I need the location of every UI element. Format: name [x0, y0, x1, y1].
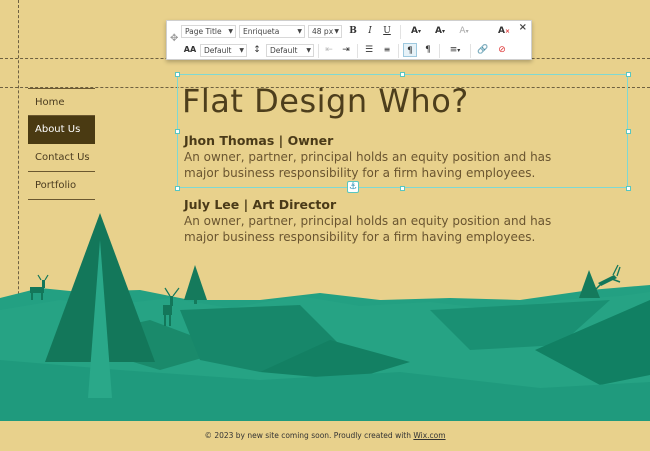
chevron-down-icon: ▼: [334, 28, 339, 35]
chevron-down-icon: ▼: [228, 28, 233, 35]
resize-handle-bc[interactable]: [400, 186, 405, 191]
size-select[interactable]: 48 px ▼: [308, 25, 342, 38]
toolbar-separator: [400, 25, 401, 39]
link-icon[interactable]: 🔗: [476, 43, 490, 57]
line-height-select[interactable]: Default ▼: [266, 44, 314, 57]
indent-decrease-icon[interactable]: ⇤: [322, 43, 336, 57]
align-icon[interactable]: ≡▾: [445, 43, 465, 57]
small-tree-1: [184, 265, 207, 300]
bold-button[interactable]: B: [346, 24, 360, 38]
nav-item-contact-us[interactable]: Contact Us: [28, 144, 95, 172]
site-nav: Home About Us Contact Us Portfolio: [28, 88, 95, 200]
chevron-down-icon: ▼: [306, 47, 311, 54]
clear-format-icon[interactable]: A×: [497, 24, 511, 38]
rtl-icon[interactable]: ¶: [421, 43, 435, 57]
move-grip-icon[interactable]: ✥: [170, 33, 180, 47]
small-tree-2: [579, 270, 600, 298]
chevron-down-icon: ▼: [239, 47, 244, 54]
bullet-list-icon[interactable]: ☰: [362, 43, 376, 57]
footer-wix-link[interactable]: Wix.com: [413, 431, 445, 440]
highlight-color-icon[interactable]: A▾: [430, 24, 450, 38]
resize-handle-tr[interactable]: [626, 72, 631, 77]
size-select-value: 48 px: [312, 27, 334, 36]
font-select-value: Enriqueta: [243, 27, 280, 36]
style-select-value: Page Title: [185, 27, 222, 36]
resize-handle-br[interactable]: [626, 186, 631, 191]
toolbar-separator: [439, 44, 440, 58]
person-desc-2[interactable]: An owner, partner, principal holds an eq…: [184, 213, 574, 245]
font-select[interactable]: Enriqueta ▼: [239, 25, 305, 38]
text-toolbar: ✥ × Page Title ▼ Enriqueta ▼ 48 px ▼ B I…: [166, 20, 532, 60]
footer-text: © 2023 by new site coming soon. Proudly …: [204, 431, 414, 440]
resize-handle-tl[interactable]: [175, 72, 180, 77]
toolbar-separator: [470, 44, 471, 58]
anchor-icon[interactable]: ⚓: [347, 181, 359, 193]
nav-item-portfolio[interactable]: Portfolio: [28, 172, 95, 200]
nav-item-home[interactable]: Home: [28, 88, 95, 116]
style-select[interactable]: Page Title ▼: [181, 25, 236, 38]
resize-handle-ml[interactable]: [175, 129, 180, 134]
nav-item-about-us[interactable]: About Us: [28, 116, 95, 144]
indent-increase-icon[interactable]: ⇥: [339, 43, 353, 57]
letter-spacing-value: Default: [204, 46, 232, 55]
letter-spacing-select[interactable]: Default ▼: [200, 44, 247, 57]
text-effect-icon[interactable]: A▾: [454, 24, 474, 38]
line-height-value: Default: [270, 46, 298, 55]
selection-box: [177, 74, 628, 188]
resize-handle-tc[interactable]: [400, 72, 405, 77]
close-icon[interactable]: ×: [519, 22, 527, 33]
toolbar-separator: [398, 44, 399, 58]
text-color-icon[interactable]: A▾: [406, 24, 426, 38]
letter-spacing-icon[interactable]: AA: [183, 43, 197, 57]
site-footer: © 2023 by new site coming soon. Proudly …: [0, 421, 650, 450]
person-name-2[interactable]: July Lee | Art Director: [184, 197, 336, 212]
resize-handle-mr[interactable]: [626, 129, 631, 134]
numbered-list-icon[interactable]: ≡: [380, 43, 394, 57]
line-height-icon[interactable]: ↕: [250, 43, 264, 57]
resize-handle-bl[interactable]: [175, 186, 180, 191]
underline-button[interactable]: U: [380, 24, 394, 38]
italic-button[interactable]: I: [363, 24, 377, 38]
ltr-icon[interactable]: ¶: [403, 43, 417, 57]
chevron-down-icon: ▼: [297, 28, 302, 35]
deer-right-icon: [594, 264, 621, 291]
toolbar-separator: [357, 44, 358, 58]
unlink-icon[interactable]: ⊘: [495, 43, 509, 57]
toolbar-separator: [318, 44, 319, 58]
